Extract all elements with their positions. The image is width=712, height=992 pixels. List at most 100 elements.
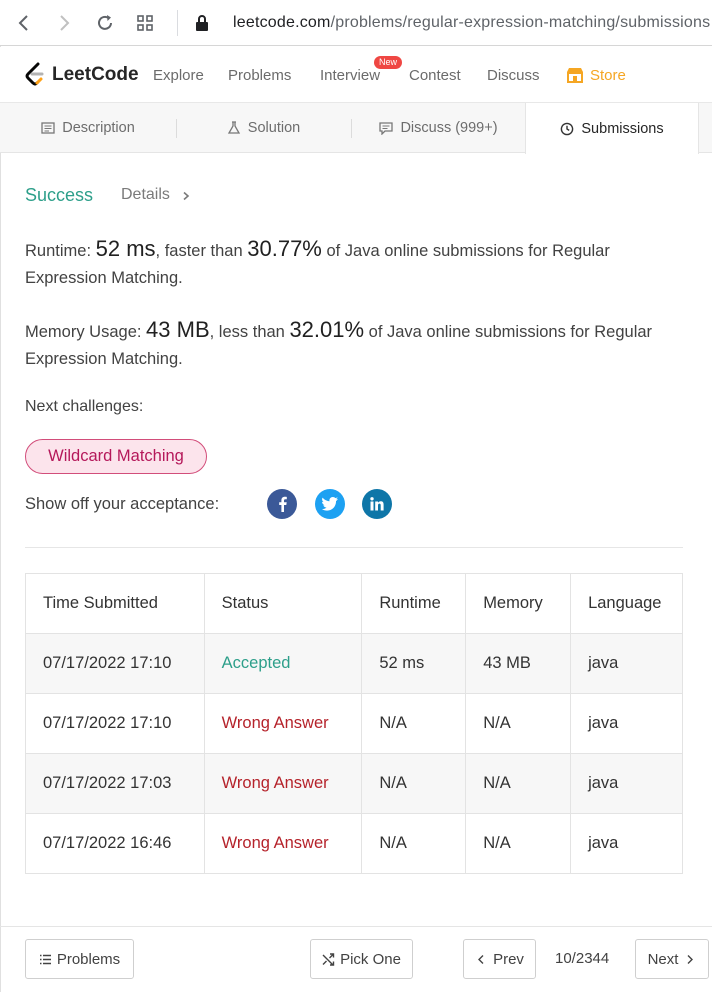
linkedin-icon [370, 497, 384, 511]
tab-discuss-label: Discuss (999+) [400, 120, 498, 136]
memory-mid-text: , less than [209, 323, 290, 341]
table-row[interactable]: 07/17/2022 17:03 Wrong Answer N/A N/A ja… [25, 753, 683, 814]
cell-runtime: N/A [361, 753, 467, 814]
cell-time: 07/17/2022 17:10 [25, 633, 205, 694]
cell-language: java [570, 753, 683, 814]
table-row[interactable]: 07/17/2022 17:10 Accepted 52 ms 43 MB ja… [25, 633, 683, 694]
next-challenge-chip[interactable]: Wildcard Matching [25, 439, 207, 474]
cell-time: 07/17/2022 17:03 [25, 753, 205, 814]
table-header-row: Time Submitted Status Runtime Memory Lan… [25, 573, 683, 634]
flask-icon [227, 121, 240, 134]
reload-icon[interactable] [95, 13, 115, 33]
details-link[interactable]: Details [121, 186, 170, 204]
tab-submissions-label: Submissions [581, 120, 664, 137]
col-header-time: Time Submitted [25, 573, 205, 634]
runtime-percentile: 30.77% [247, 236, 322, 261]
forward-arrow-icon[interactable] [54, 13, 74, 33]
lock-icon[interactable] [192, 13, 212, 33]
submissions-table: Time Submitted Status Runtime Memory Lan… [25, 573, 683, 874]
col-header-runtime: Runtime [361, 573, 467, 634]
tab-description[interactable]: Description [0, 103, 176, 153]
cell-time: 07/17/2022 17:10 [25, 693, 205, 754]
cell-memory: N/A [465, 693, 572, 754]
cell-memory: 43 MB [465, 633, 572, 694]
tab-submissions[interactable]: Submissions [525, 103, 699, 154]
store-icon[interactable] [566, 67, 584, 83]
cell-status-link[interactable]: Wrong Answer [203, 693, 363, 754]
brand-name[interactable]: LeetCode [52, 64, 139, 86]
pick-one-label: Pick One [340, 950, 401, 968]
chevron-right-icon [687, 954, 694, 964]
facebook-share-button[interactable] [267, 489, 297, 519]
cell-runtime: N/A [361, 693, 467, 754]
chevron-left-icon [478, 954, 484, 964]
prev-button[interactable]: Prev [463, 939, 536, 979]
url-path: /problems/regular-expression-matching/su… [330, 14, 711, 31]
result-status: Success [25, 185, 94, 205]
next-challenges-label: Next challenges: [25, 398, 144, 415]
facebook-icon [279, 496, 287, 512]
col-header-language: Language [570, 573, 683, 634]
runtime-value: 52 ms [95, 236, 156, 261]
clock-icon [561, 122, 574, 135]
cell-memory: N/A [465, 753, 572, 814]
footer-divider [0, 926, 712, 927]
linkedin-share-button[interactable] [362, 489, 392, 519]
cell-status-link[interactable]: Accepted [203, 633, 363, 694]
cell-language: java [570, 693, 683, 754]
cell-time: 07/17/2022 16:46 [25, 813, 205, 874]
tab-solution[interactable]: Solution [176, 103, 351, 153]
memory-summary: Memory Usage: 43 MB, less than 32.01% of… [25, 316, 685, 373]
memory-percentile: 32.01% [289, 317, 365, 342]
twitter-icon [322, 497, 338, 511]
window-edge [0, 46, 1, 992]
apps-grid-icon[interactable] [135, 13, 155, 33]
nav-problems[interactable]: Problems [228, 67, 291, 84]
new-badge: New [374, 56, 403, 69]
nav-store[interactable]: Store [590, 67, 626, 84]
cell-memory: N/A [465, 813, 572, 874]
table-row[interactable]: 07/17/2022 17:10 Wrong Answer N/A N/A ja… [25, 693, 683, 754]
toolbar-separator [177, 10, 178, 36]
cell-status-link[interactable]: Wrong Answer [203, 753, 363, 814]
problems-list-button[interactable]: Problems [25, 939, 134, 979]
cell-runtime: N/A [361, 813, 467, 874]
tab-solution-label: Solution [247, 120, 301, 136]
nav-discuss[interactable]: Discuss [487, 67, 540, 84]
tab-description-label: Description [62, 120, 135, 136]
runtime-summary: Runtime: 52 ms, faster than 30.77% of Ja… [25, 235, 685, 292]
list-icon [39, 954, 51, 964]
share-label: Show off your acceptance: [25, 495, 220, 513]
site-navbar: LeetCode Explore Problems Interview New … [0, 47, 712, 103]
cell-language: java [570, 813, 683, 874]
problem-tabs: Description Solution Discuss (999+) Subm… [0, 103, 712, 154]
chevron-right-icon[interactable] [181, 191, 191, 201]
shuffle-icon [322, 952, 335, 966]
address-bar[interactable]: leetcode.com/problems/regular-expression… [233, 14, 712, 32]
col-header-memory: Memory [465, 573, 572, 634]
nav-contest[interactable]: Contest [409, 67, 461, 84]
runtime-label: Runtime: [25, 242, 96, 260]
twitter-share-button[interactable] [315, 489, 345, 519]
nav-interview[interactable]: Interview [320, 67, 380, 84]
section-divider [25, 547, 683, 548]
memory-value: 43 MB [146, 317, 210, 342]
leetcode-logo-icon[interactable] [24, 62, 48, 88]
comment-icon [379, 122, 394, 135]
nav-explore[interactable]: Explore [153, 67, 204, 84]
cell-language: java [570, 633, 683, 694]
next-label: Next [647, 950, 679, 968]
tab-discuss[interactable]: Discuss (999+) [351, 103, 526, 153]
back-arrow-icon[interactable] [14, 13, 34, 33]
next-button[interactable]: Next [635, 939, 709, 979]
table-row[interactable]: 07/17/2022 16:46 Wrong Answer N/A N/A ja… [25, 813, 683, 874]
memory-label: Memory Usage: [25, 323, 147, 341]
cell-runtime: 52 ms [361, 633, 467, 694]
problems-button-label: Problems [56, 950, 121, 968]
browser-toolbar: leetcode.com/problems/regular-expression… [0, 0, 712, 46]
runtime-mid-text: , faster than [155, 242, 248, 260]
pick-one-button[interactable]: Pick One [310, 939, 413, 979]
url-host: leetcode.com [233, 14, 331, 31]
col-header-status: Status [203, 573, 363, 634]
cell-status-link[interactable]: Wrong Answer [203, 813, 363, 874]
